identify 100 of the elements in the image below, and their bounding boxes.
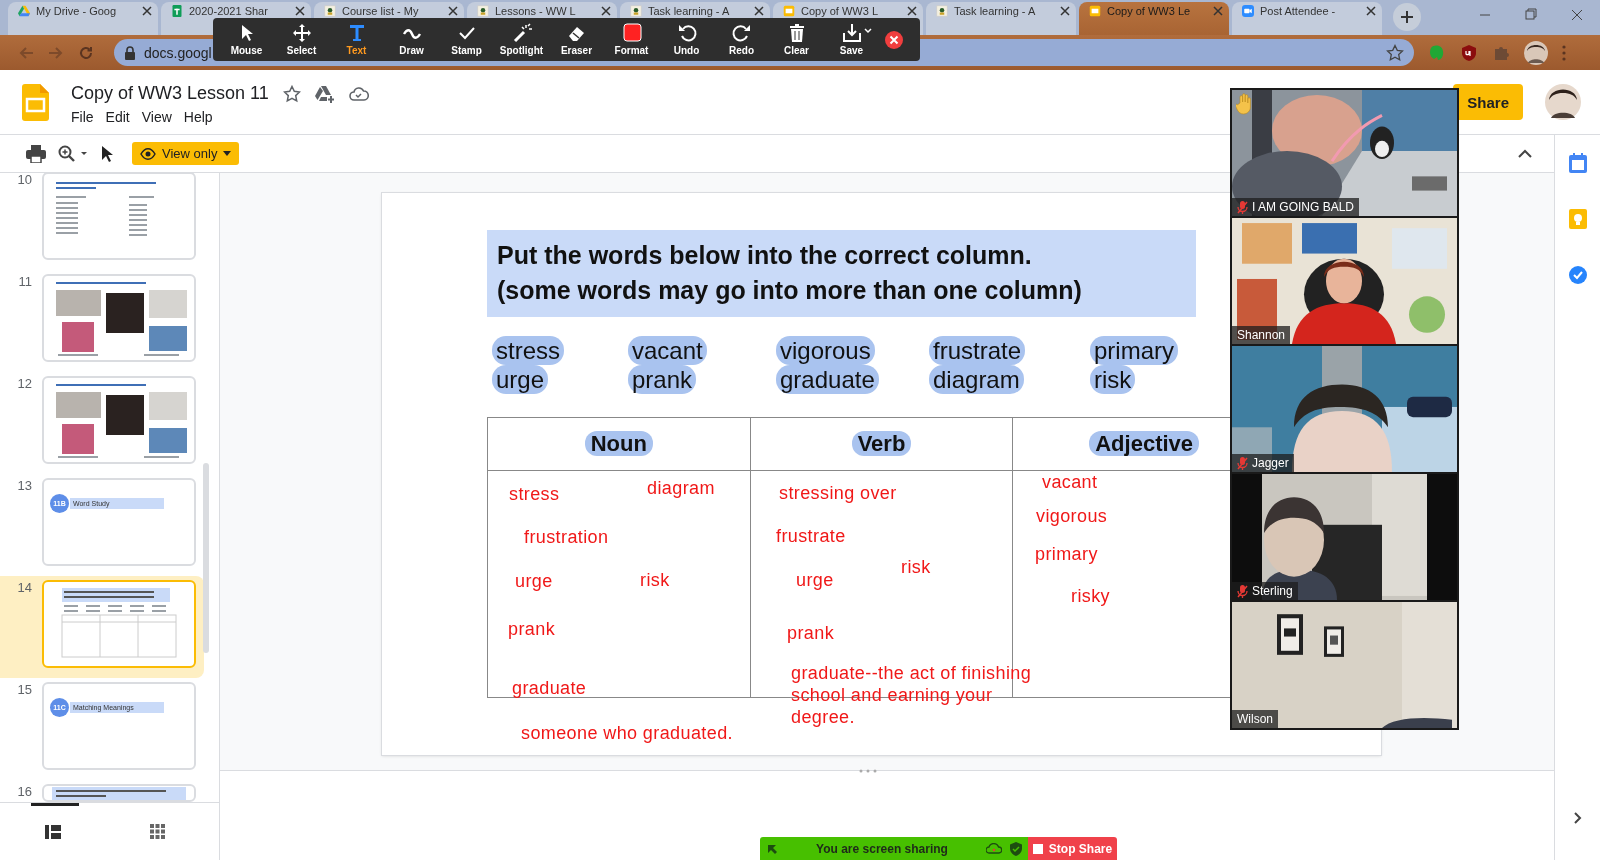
close-icon[interactable] [1366,6,1376,16]
download-icon [841,23,862,43]
close-icon[interactable] [907,6,917,16]
tool-button[interactable]: Redo [714,23,769,56]
menu-item[interactable]: View [141,109,172,125]
stop-icon [1032,843,1043,854]
move-icon [291,23,312,43]
handwritten-note: stressing over [779,482,897,504]
close-icon[interactable] [295,6,305,16]
star-icon[interactable] [282,84,301,103]
check-circle-icon[interactable] [1567,265,1588,285]
highlighted-word: prank [628,365,697,394]
participant-name: Sterling [1252,584,1293,598]
tool-button[interactable]: Select [274,23,329,56]
caret-icon [223,151,232,156]
highlighted-word: stress [492,336,564,365]
handwritten-note: graduate [512,677,587,699]
close-icon[interactable] [142,6,152,16]
highlighted-word: vigorous [776,336,875,365]
zoom-icon[interactable] [58,144,88,163]
tool-button[interactable]: Stamp [439,23,494,56]
menu-item[interactable]: File [71,109,94,125]
avatar-icon[interactable] [1545,84,1581,120]
star-icon[interactable] [1386,43,1404,62]
column-heading: Adjective [1089,431,1200,456]
participant-name: Jagger [1252,456,1289,470]
participant-name: I AM GOING BALD [1252,200,1355,214]
tool-button[interactable]: Mouse [219,23,274,56]
grid-view-icon[interactable] [149,824,165,839]
slide-number: 12 [16,376,32,393]
cloud-check-icon[interactable] [348,85,369,102]
scrollbar-thumb[interactable] [203,463,209,653]
tool-button[interactable]: Format [604,23,659,56]
undo-icon [676,23,697,43]
cloud-icon[interactable] [986,843,1002,854]
highlighted-word: vacant [628,336,707,365]
list-view-icon[interactable] [44,824,61,839]
crest-icon [477,5,489,17]
close-icon[interactable] [885,30,903,49]
tool-button[interactable]: Clear [769,23,824,56]
handwritten-note: someone who graduated. [521,722,733,744]
video-camera-icon [1242,5,1254,17]
highlighted-word: frustrate [929,336,1026,365]
eye-icon [140,147,156,160]
slide-title-line: (some words may go into more than one column) [497,276,1083,305]
crest-icon [324,5,336,17]
handwritten-note: urge [796,569,834,591]
tool-button[interactable]: Spotlight [494,23,549,56]
shield-icon[interactable] [1460,43,1478,62]
print-icon[interactable] [26,144,46,163]
close-icon[interactable] [448,6,458,16]
caret-icon [864,28,872,34]
sharing-status-bar: You are screen sharing [760,837,1028,860]
shield-check-icon[interactable] [1010,841,1022,856]
handwritten-note: frustrate [776,525,846,547]
highlighted-word: primary [1090,336,1178,365]
redo-icon [731,23,752,43]
handwritten-note: prank [508,618,556,640]
view-mode-button[interactable]: View only [132,142,240,165]
tool-button[interactable]: Text [329,23,384,56]
highlighted-word: graduate [776,365,879,394]
more-icon[interactable] [1562,44,1566,61]
participant-name: Wilson [1237,712,1273,726]
slide-number: 14 [16,580,32,597]
handwritten-note: stress [509,483,560,505]
share-button[interactable]: Share [1453,84,1523,120]
crest-icon [630,5,642,17]
menu-item[interactable]: Edit [105,109,130,125]
handwritten-note: primary [1035,543,1098,565]
tool-button[interactable]: Undo [659,23,714,56]
drive-add-icon[interactable] [314,84,335,103]
slide-number: 16 [16,784,32,801]
close-icon[interactable] [1060,6,1070,16]
participant-name: Shannon [1237,328,1286,342]
handwritten-note: vigorous [1036,505,1108,527]
browser-tab[interactable]: Task learning - A [926,2,1076,35]
tool-button[interactable]: Draw [384,23,439,56]
chevron-right-icon[interactable] [1573,812,1582,824]
reload-icon[interactable] [78,44,94,61]
column-heading: Noun [584,431,653,456]
plus-icon [1401,11,1413,23]
tool-button[interactable]: Eraser [549,23,604,56]
stop-share-button[interactable]: Stop Share [1028,837,1117,860]
color-swatch-icon [621,23,642,43]
close-icon[interactable] [754,6,764,16]
slide-title-line: Put the words below into the correct column. [497,241,1033,270]
cursor-icon[interactable] [100,144,114,163]
new-tab-button[interactable] [1393,3,1421,31]
avatar-icon[interactable] [1524,40,1548,65]
menu-item[interactable]: Help [183,109,213,125]
collapse-icon[interactable] [1518,149,1532,158]
highlighted-word: urge [492,365,549,394]
document-title[interactable]: Copy of WW3 Lesson 11 [71,83,269,104]
browser-tab[interactable]: My Drive - Goog [8,2,158,35]
slides-logo-icon [22,83,49,121]
browser-tab[interactable]: Post Attendee - [1232,2,1382,35]
browser-tab[interactable]: Copy of WW3 Le [1079,2,1229,35]
calendar-icon[interactable] [1568,153,1587,173]
close-icon[interactable] [601,6,611,16]
tool-button[interactable]: Save [824,23,879,56]
